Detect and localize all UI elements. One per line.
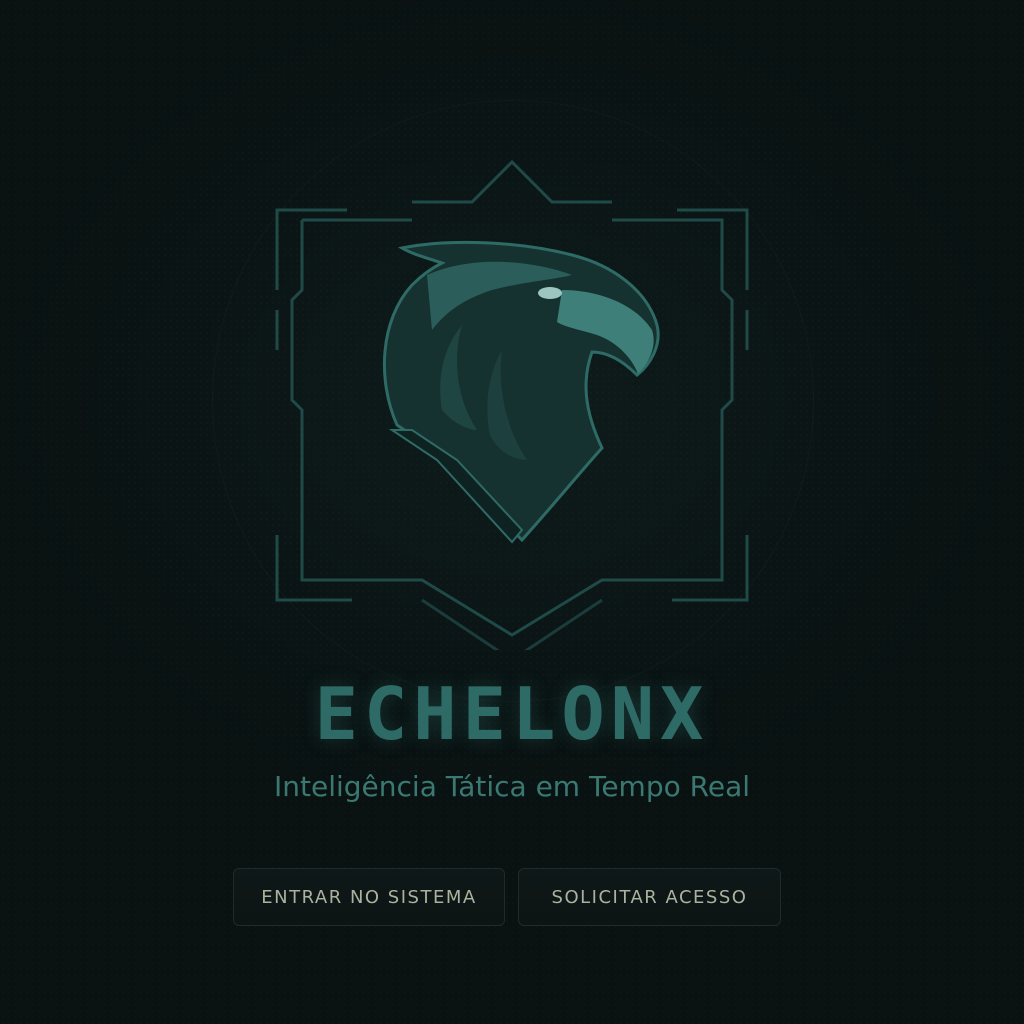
brand-emblem (275, 159, 749, 650)
brand-tagline: Inteligência Tática em Tempo Real (274, 770, 750, 803)
brand-title: ECHELONX (314, 672, 710, 756)
request-access-button[interactable]: SOLICITAR ACESSO (518, 868, 781, 926)
enter-system-button[interactable]: ENTRAR NO SISTEMA (233, 868, 505, 926)
eagle-head-icon (382, 240, 660, 544)
